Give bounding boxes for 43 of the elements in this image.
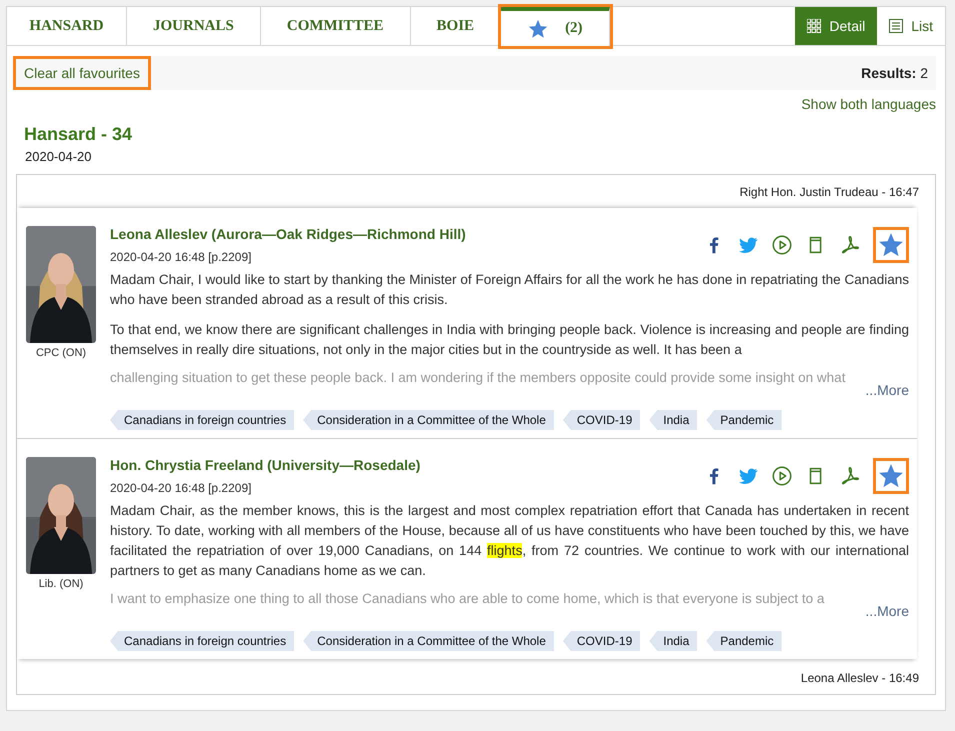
view-toggle-button[interactable]: Detail: [795, 7, 878, 45]
speaker-link[interactable]: Hon. Chrystia Freeland (University—Rosedale): [110, 457, 420, 473]
show-both-languages-link[interactable]: Show both languages: [801, 96, 936, 112]
results-count: Results: 2: [861, 65, 928, 81]
clear-favourites-link[interactable]: Clear all favourites: [16, 59, 148, 87]
list-icon: [889, 19, 904, 33]
faded-text: I want to emphasize one thing to all those Canadians who are able to come home, which is that everyone is subject to a: [110, 591, 826, 607]
subject-tag[interactable]: Pandemic: [706, 631, 782, 651]
play-icon[interactable]: [771, 465, 793, 487]
timestamp: 2020-04-20 16:48 [p.2209]: [110, 481, 252, 495]
subject-tag[interactable]: Pandemic: [706, 410, 782, 430]
subject-tag[interactable]: India: [649, 631, 698, 651]
speech-paragraph: To that end, we know there are significant challenges in India with bringing people back. Violence is increasing and people are finding themselves in really dire situations, not only in the major cities but in the countryside as well. It has been a: [110, 321, 909, 359]
more-link[interactable]: ...More: [865, 603, 909, 619]
subject-tag[interactable]: Consideration in a Committee of the Whole: [303, 410, 554, 430]
star-icon: [527, 18, 550, 40]
subject-tag[interactable]: Canadians in foreign countries: [110, 410, 294, 430]
speaker-link[interactable]: Leona Alleslev (Aurora—Oak Ridges—Richmond Hill): [110, 226, 466, 242]
tab[interactable]: (2): [501, 7, 610, 46]
play-icon[interactable]: [771, 234, 793, 256]
timestamp: 2020-04-20 16:48 [p.2209]: [110, 250, 252, 264]
subject-tag[interactable]: Consideration in a Committee of the Whole: [303, 631, 554, 651]
subject-tag[interactable]: COVID-19: [562, 631, 640, 651]
previous-speaker: Right Hon. Justin Trudeau - 16:47: [740, 185, 919, 199]
section-title: Hansard - 34: [24, 124, 134, 145]
faded-text: challenging situation to get these people back. I am wondering if the members opposite could provide some insight on what: [110, 370, 846, 386]
subject-tag[interactable]: India: [649, 410, 698, 430]
section-date: 2020-04-20: [25, 149, 92, 164]
star-icon: [879, 233, 903, 257]
star-icon: [879, 464, 903, 488]
favourite-button[interactable]: [873, 458, 909, 494]
pdf-icon[interactable]: [839, 465, 861, 487]
subject-tag[interactable]: COVID-19: [562, 410, 640, 430]
pdf-icon[interactable]: [839, 234, 861, 256]
subject-tag[interactable]: Canadians in foreign countries: [110, 631, 294, 651]
next-speaker: Leona Alleslev - 16:49: [800, 671, 919, 685]
more-link[interactable]: ...More: [865, 382, 909, 398]
favourite-button[interactable]: [873, 227, 909, 263]
party-label: Lib. (ON): [38, 578, 84, 590]
speech-paragraph: Madam Chair, as the member knows, this is the largest and most complex repatriation effort that Canada has undertaken in recent history. To date, working with all members of the House, because all of us have constituents who have been touched by this, we have facilitated the repatriation of over 19,000 Canadians, on 144 flights, from 72 countries. We continue to work with our international partners to get as many Canadians home as we can.: [110, 502, 909, 580]
speech-paragraph: Madam Chair, I would like to start by thanking the Minister of Foreign Affairs for all the work he has done in repatriating the Canadians who have been stranded abroad as a result of this crisis.: [110, 271, 909, 309]
grid-icon: [807, 19, 822, 33]
party-label: CPC (ON): [36, 347, 86, 359]
